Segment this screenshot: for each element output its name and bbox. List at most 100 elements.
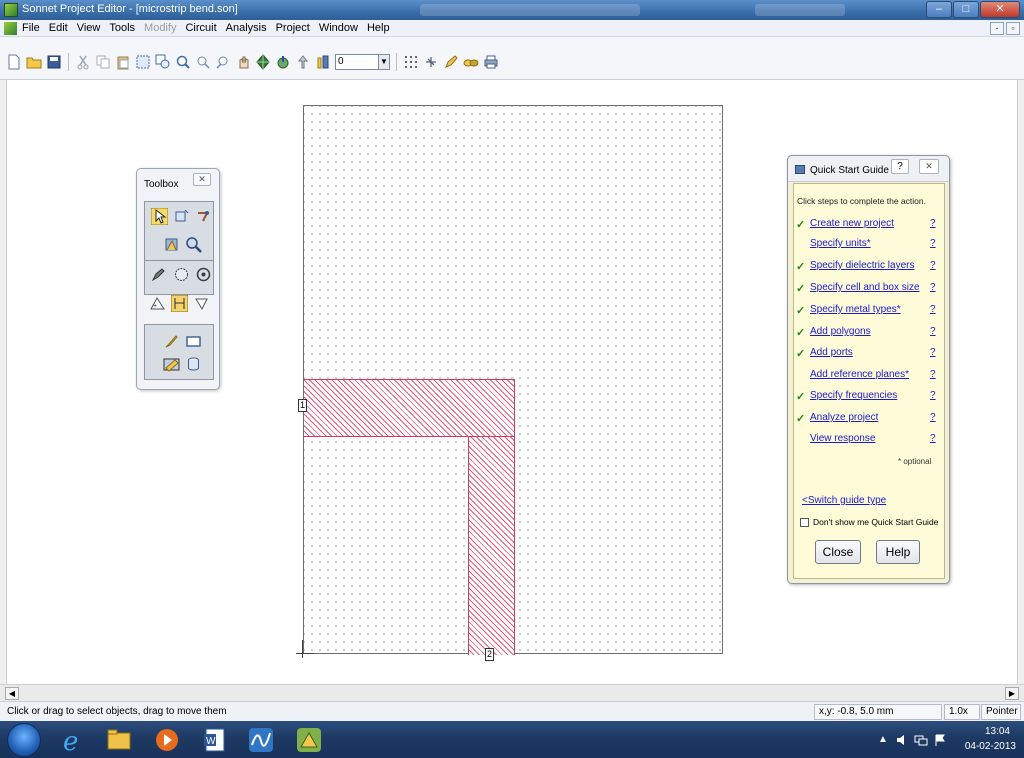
menu-window[interactable]: Window — [319, 22, 358, 34]
analyze-icon[interactable] — [463, 54, 479, 70]
level-up-icon[interactable] — [295, 54, 311, 70]
show-hidden-icons-button[interactable]: ▲ — [878, 734, 888, 745]
menu-analysis[interactable]: Analysis — [226, 22, 267, 34]
menu-tools[interactable]: Tools — [109, 22, 135, 34]
document-icon[interactable] — [4, 22, 17, 35]
menu-help[interactable]: Help — [367, 22, 390, 34]
scroll-left-arrow[interactable]: ◀ — [5, 687, 19, 700]
reshape-icon[interactable] — [173, 208, 190, 225]
step-link[interactable]: Specify metal types* — [810, 304, 901, 315]
level-down-icon[interactable] — [315, 54, 331, 70]
open-folder-icon[interactable] — [26, 54, 42, 70]
metal-polygon-horizontal[interactable] — [304, 379, 515, 437]
step-link[interactable]: Add ports — [810, 347, 853, 358]
step-help-link[interactable]: ? — [930, 238, 936, 249]
dont-show-checkbox[interactable] — [800, 517, 809, 527]
toolbox-close-button[interactable]: ✕ — [193, 173, 211, 186]
zoom-out-icon[interactable] — [195, 54, 211, 70]
step-help-link[interactable]: ? — [930, 347, 936, 358]
step-link[interactable]: Add reference planes* — [810, 369, 909, 380]
paste-icon[interactable] — [115, 54, 131, 70]
layout-canvas[interactable] — [303, 105, 723, 655]
network-icon[interactable] — [914, 734, 928, 749]
new-file-icon[interactable] — [6, 54, 22, 70]
select-all-icon[interactable] — [135, 54, 151, 70]
word-icon[interactable]: W — [200, 725, 230, 755]
step-help-link[interactable]: ? — [930, 218, 936, 229]
cylinder-icon[interactable] — [185, 356, 202, 373]
step-link[interactable]: Specify units* — [810, 238, 871, 249]
sonnet-taskbar-icon[interactable] — [294, 725, 324, 755]
minimize-button[interactable]: ‒ — [926, 1, 952, 18]
step-link[interactable]: Add polygons — [810, 326, 871, 337]
step-help-link[interactable]: ? — [930, 326, 936, 337]
zoom-window-icon[interactable] — [155, 54, 171, 70]
rectangle-icon[interactable] — [185, 333, 202, 350]
step-help-link[interactable]: ? — [930, 390, 936, 401]
fill-icon[interactable] — [163, 356, 180, 373]
quick-start-close-button[interactable]: ✕ — [919, 159, 939, 174]
level-dropdown-arrow[interactable]: ▼ — [378, 54, 390, 70]
close-button[interactable]: Close — [815, 540, 861, 564]
step-link[interactable]: Create new project — [810, 218, 894, 229]
draw-polygon-icon[interactable] — [195, 266, 212, 283]
quick-start-help-button[interactable]: ? — [891, 159, 909, 174]
menu-view[interactable]: View — [77, 22, 101, 34]
grid-icon[interactable] — [403, 54, 419, 70]
pencil-icon[interactable] — [163, 333, 180, 350]
magnify-icon[interactable] — [185, 236, 202, 253]
menu-project[interactable]: Project — [276, 22, 310, 34]
add-dimension-icon[interactable] — [193, 295, 210, 312]
help-button[interactable]: Help — [876, 540, 920, 564]
add-point-icon[interactable] — [195, 208, 212, 225]
step-help-link[interactable]: ? — [930, 369, 936, 380]
snap-icon[interactable] — [423, 54, 439, 70]
view-3d-icon[interactable] — [255, 54, 271, 70]
draw-pencil-icon[interactable] — [443, 54, 459, 70]
port-1-marker[interactable]: 1 — [298, 399, 307, 412]
step-link[interactable]: Specify frequencies — [810, 390, 897, 401]
add-via-icon[interactable] — [170, 294, 189, 313]
step-link[interactable]: Analyze project — [810, 412, 878, 423]
menu-edit[interactable]: Edit — [49, 22, 68, 34]
step-link[interactable]: Specify cell and box size — [810, 282, 920, 293]
menu-file[interactable]: File — [22, 22, 40, 34]
maximize-button[interactable]: □ — [953, 1, 979, 18]
action-center-flag-icon[interactable] — [934, 734, 946, 749]
mdi-minimize-button[interactable]: - — [990, 22, 1004, 35]
cut-icon[interactable] — [75, 54, 91, 70]
clock-date[interactable]: 04-02-2013 — [965, 741, 1016, 752]
step-help-link[interactable]: ? — [930, 304, 936, 315]
save-icon[interactable] — [46, 54, 62, 70]
step-help-link[interactable]: ? — [930, 433, 936, 444]
file-explorer-icon[interactable] — [104, 725, 134, 755]
mdi-restore-button[interactable]: ▫ — [1006, 22, 1020, 35]
step-help-link[interactable]: ? — [930, 282, 936, 293]
sonnet-app-icon[interactable] — [4, 3, 18, 17]
step-link[interactable]: Specify dielectric layers — [810, 260, 914, 271]
volume-icon[interactable] — [896, 734, 908, 749]
pointer-icon[interactable] — [150, 207, 169, 226]
start-button[interactable] — [7, 723, 41, 757]
metal-polygon-vertical[interactable] — [468, 437, 515, 655]
edit-via-icon[interactable] — [163, 236, 180, 253]
close-window-button[interactable]: ✕ — [980, 1, 1020, 18]
level-select[interactable]: 0 — [335, 54, 379, 70]
draw-circle-icon[interactable] — [173, 266, 190, 283]
pan-icon[interactable] — [235, 54, 251, 70]
copy-icon[interactable] — [95, 54, 111, 70]
step-help-link[interactable]: ? — [930, 260, 936, 271]
scroll-right-arrow[interactable]: ▶ — [1005, 687, 1019, 700]
media-player-icon[interactable] — [152, 725, 182, 755]
port-2-marker[interactable]: 2 — [485, 648, 494, 661]
print-icon[interactable] — [483, 54, 499, 70]
horizontal-scrollbar[interactable]: ◀ ▶ — [0, 684, 1024, 701]
layer-up-icon[interactable] — [275, 54, 291, 70]
zoom-in-icon[interactable] — [175, 54, 191, 70]
draw-rectangle-icon[interactable] — [151, 266, 168, 283]
clock-time[interactable]: 13:04 — [985, 726, 1010, 737]
internet-explorer-icon[interactable]: e — [58, 725, 88, 757]
zoom-previous-icon[interactable] — [215, 54, 231, 70]
matlab-icon[interactable] — [246, 725, 276, 755]
add-port-icon[interactable]: + — [149, 295, 166, 312]
